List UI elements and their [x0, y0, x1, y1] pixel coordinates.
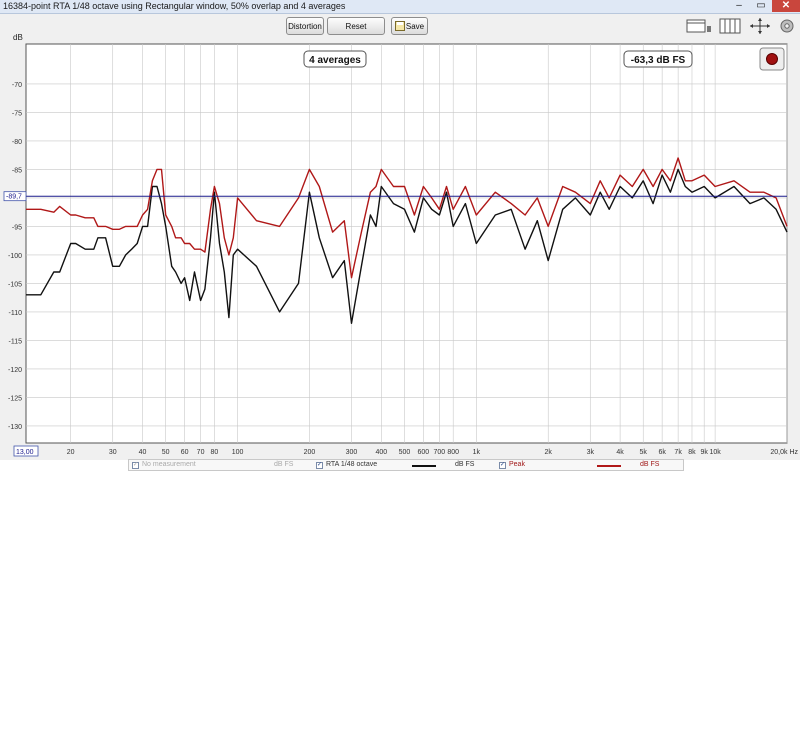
x-tick-label: 8k	[688, 449, 696, 456]
y-tick-label: -70	[12, 82, 22, 89]
peak-label: Peak	[509, 461, 525, 468]
x-tick-label: 40	[139, 449, 147, 456]
x-tick-label: 70	[197, 449, 205, 456]
x-tick-label: 50	[162, 449, 170, 456]
peak-unit: dB FS	[640, 461, 660, 468]
x-tick-label: 2k	[545, 449, 553, 456]
rta-checkbox[interactable]: ✓	[316, 462, 323, 469]
x-tick-label: 100	[232, 449, 244, 456]
x-tick-label: 3k	[587, 449, 595, 456]
x-tick-label: 20	[67, 449, 75, 456]
peak-swatch	[597, 465, 621, 467]
y-tick-label: -80	[12, 139, 22, 146]
x-tick-label: 400	[375, 449, 387, 456]
record-icon	[766, 53, 778, 65]
x-tick-label: 4k	[616, 449, 624, 456]
x-tick-label: 500	[399, 449, 411, 456]
x-start-label: 13,00	[16, 449, 34, 456]
x-tick-labels: 20 30 40 50 60 70 80 100 200 300 400 500 600 700 800 1k…	[67, 449, 799, 456]
x-tick-label: 200	[304, 449, 316, 456]
y-tick-label: -125	[8, 395, 22, 402]
x-tick-label: 20,0k Hz	[770, 449, 798, 456]
y-tick-label: -85	[12, 167, 22, 174]
x-tick-label: 600	[418, 449, 430, 456]
y-tick-label: -110	[9, 310, 23, 317]
rta-swatch	[412, 465, 436, 467]
x-tick-label: 10k	[709, 449, 721, 456]
x-tick-label: 60	[181, 449, 189, 456]
legend: ✓ No measurement dB FS ✓ RTA 1/48 octave…	[128, 459, 684, 471]
no-measurement-checkbox[interactable]: ✓	[132, 462, 139, 469]
x-tick-label: 700	[434, 449, 446, 456]
cursor-value-label: -89,7	[6, 194, 22, 201]
y-tick-label: -75	[12, 110, 22, 117]
x-tick-label: 7k	[674, 449, 682, 456]
y-tick-label: -95	[12, 224, 22, 231]
averages-label: 4 averages	[309, 55, 361, 66]
no-measurement-label: No measurement	[142, 461, 196, 468]
x-tick-label: 300	[346, 449, 358, 456]
y-tick-label: -100	[8, 253, 22, 260]
x-tick-label: 1k	[473, 449, 481, 456]
peak-checkbox[interactable]: ✓	[499, 462, 506, 469]
plot-area	[25, 43, 788, 444]
x-tick-label: 9k	[700, 449, 708, 456]
y-tick-label: -115	[9, 338, 23, 345]
y-tick-label: -120	[8, 367, 22, 374]
rta-unit: dB FS	[455, 461, 475, 468]
level-readout: -63,3 dB FS	[631, 55, 686, 66]
x-tick-label: 800	[447, 449, 459, 456]
x-tick-label: 30	[109, 449, 117, 456]
y-tick-label: -130	[8, 424, 22, 431]
rta-label: RTA 1/48 octave	[326, 461, 378, 468]
x-tick-label: 6k	[658, 449, 666, 456]
no-measurement-unit: dB FS	[274, 461, 294, 468]
x-tick-label: 5k	[640, 449, 648, 456]
rta-chart: -130-125-120-115-110-105-100-95-90-85-80…	[3, 43, 799, 457]
x-tick-label: 80	[211, 449, 219, 456]
y-tick-labels: -130-125-120-115-110-105-100-95-90-85-80…	[8, 82, 22, 431]
y-tick-label: -105	[8, 281, 22, 288]
